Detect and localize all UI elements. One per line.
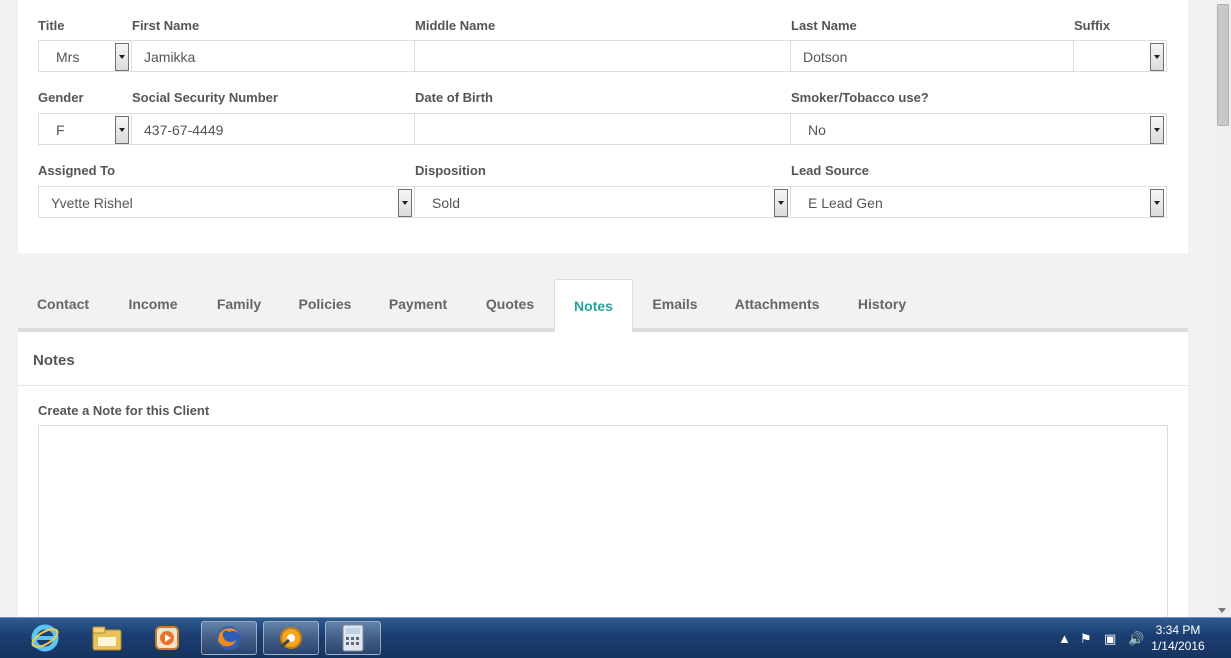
clock-date: 1/14/2016 xyxy=(1151,639,1205,653)
volume-icon[interactable]: 🔊 xyxy=(1128,631,1144,647)
notes-divider xyxy=(18,385,1188,386)
disposition-value: Sold xyxy=(432,195,461,211)
calculator-icon[interactable] xyxy=(325,621,381,655)
lead-source-value: E Lead Gen xyxy=(808,195,883,211)
chevron-down-icon[interactable] xyxy=(115,116,129,144)
network-icon[interactable]: ▣ xyxy=(1104,631,1116,647)
chevron-down-icon[interactable] xyxy=(1150,189,1164,217)
assigned-to-value: Yvette Rishel xyxy=(51,195,133,211)
show-hidden-icons-icon[interactable]: ▲ xyxy=(1058,631,1071,646)
ssn-value: 437-67-4449 xyxy=(144,122,224,138)
scrollbar-thumb[interactable] xyxy=(1217,4,1229,126)
notes-heading: Notes xyxy=(33,352,75,369)
tab-contact[interactable]: Contact xyxy=(18,279,108,329)
gender-select-value: F xyxy=(56,122,65,138)
tab-attachments[interactable]: Attachments xyxy=(717,279,837,329)
smoker-label: Smoker/Tobacco use? xyxy=(791,90,929,105)
assigned-to-select[interactable]: Yvette Rishel xyxy=(38,186,415,218)
remote-support-icon[interactable] xyxy=(263,621,319,655)
ssn-label: Social Security Number xyxy=(132,90,278,105)
tab-policies[interactable]: Policies xyxy=(282,279,368,329)
file-explorer-icon[interactable] xyxy=(79,621,135,655)
scroll-down-icon[interactable] xyxy=(1218,608,1226,613)
middle-name-label: Middle Name xyxy=(415,18,496,33)
last-name-value: Dotson xyxy=(803,49,848,65)
media-player-icon[interactable] xyxy=(139,621,195,655)
tab-income[interactable]: Income xyxy=(110,279,196,329)
page-scrollbar[interactable] xyxy=(1214,0,1231,617)
disposition-label: Disposition xyxy=(415,163,486,178)
tab-notes[interactable]: Notes xyxy=(554,279,633,332)
smoker-select[interactable]: No xyxy=(790,113,1167,145)
tab-emails[interactable]: Emails xyxy=(635,279,715,329)
firefox-icon[interactable] xyxy=(201,621,257,655)
client-details-panel: Title First Name Middle Name Last Name S… xyxy=(18,0,1188,253)
last-name-field[interactable]: Dotson xyxy=(790,40,1074,72)
gender-label: Gender xyxy=(38,90,84,105)
chevron-down-icon[interactable] xyxy=(774,189,788,217)
chevron-down-icon[interactable] xyxy=(1150,116,1164,144)
disposition-select[interactable]: Sold xyxy=(414,186,791,218)
first-name-label: First Name xyxy=(132,18,200,33)
internet-explorer-icon[interactable] xyxy=(17,621,73,655)
dob-label: Date of Birth xyxy=(415,90,493,105)
dob-field[interactable] xyxy=(414,113,791,145)
clock-time: 3:34 PM xyxy=(1155,623,1201,637)
title-select[interactable]: Mrs xyxy=(38,40,132,72)
suffix-select[interactable] xyxy=(1073,40,1167,72)
middle-name-field[interactable] xyxy=(414,40,791,72)
chevron-down-icon[interactable] xyxy=(115,43,129,71)
tab-payment[interactable]: Payment xyxy=(370,279,466,329)
title-label: Title xyxy=(38,18,65,33)
first-name-value: Jamikka xyxy=(144,49,196,65)
tab-history[interactable]: History xyxy=(839,279,925,329)
action-center-flag-icon[interactable]: ⚑ xyxy=(1080,631,1092,647)
suffix-label: Suffix xyxy=(1074,18,1111,33)
first-name-field[interactable]: Jamikka xyxy=(131,40,415,72)
taskbar: ▲ ⚑ ▣ 🔊 3:34 PM 1/14/2016 xyxy=(0,617,1231,658)
create-note-label: Create a Note for this Client xyxy=(38,403,210,418)
lead-source-select[interactable]: E Lead Gen xyxy=(790,186,1167,218)
ssn-field[interactable]: 437-67-4449 xyxy=(131,113,415,145)
chevron-down-icon[interactable] xyxy=(398,189,412,217)
system-clock[interactable]: 3:34 PM 1/14/2016 xyxy=(1143,622,1213,654)
last-name-label: Last Name xyxy=(791,18,857,33)
notes-panel: Notes Create a Note for this Client xyxy=(18,332,1188,625)
gender-select[interactable]: F xyxy=(38,113,132,145)
tab-quotes[interactable]: Quotes xyxy=(468,279,552,329)
note-textarea[interactable] xyxy=(38,425,1168,625)
title-select-value: Mrs xyxy=(56,49,80,65)
chevron-down-icon[interactable] xyxy=(1150,43,1164,71)
smoker-select-value: No xyxy=(808,122,826,138)
tab-family[interactable]: Family xyxy=(198,279,280,329)
lead-source-label: Lead Source xyxy=(791,163,870,178)
assigned-to-label: Assigned To xyxy=(38,163,116,178)
